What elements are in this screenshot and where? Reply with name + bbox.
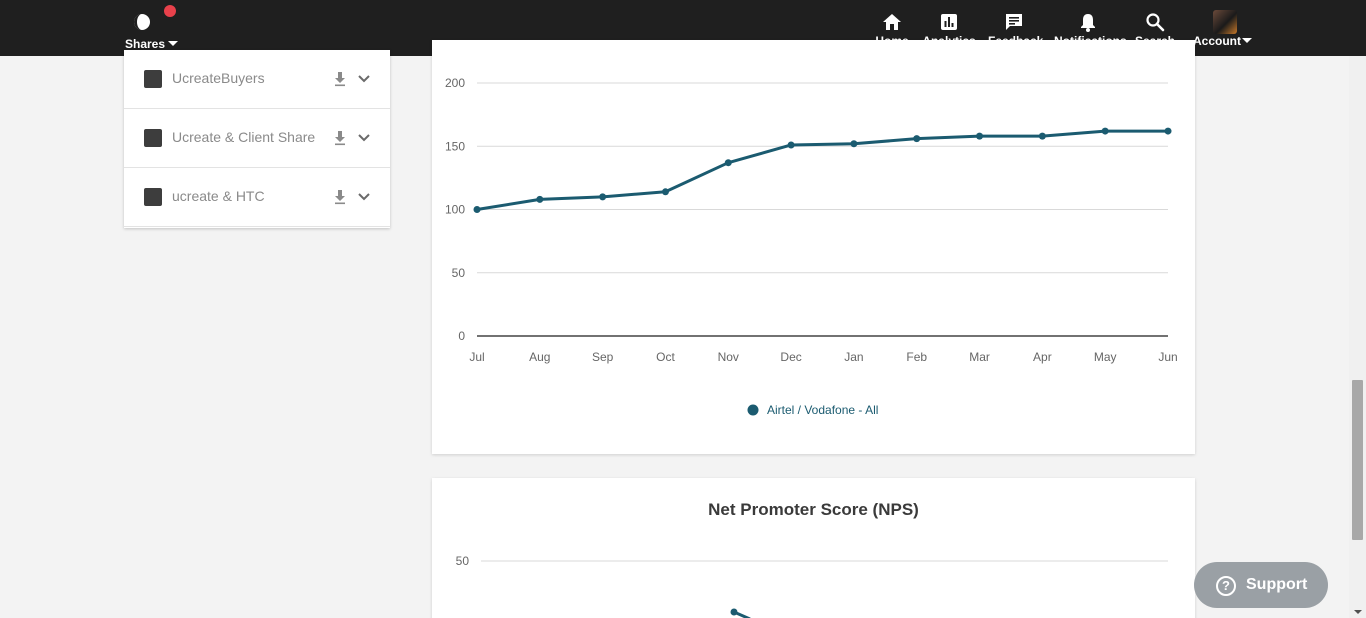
x-tick-label: Jul — [469, 350, 484, 364]
nps-line-chart: 50 — [456, 554, 1168, 618]
shares-label: Shares — [125, 37, 166, 51]
notification-dot — [164, 5, 176, 17]
share-row[interactable]: ucreate & HTC — [124, 168, 390, 227]
search-icon — [1146, 13, 1165, 32]
shares-menu[interactable]: Shares — [124, 5, 184, 52]
chevron-down-icon[interactable] — [357, 131, 371, 145]
logo-icon — [134, 14, 150, 30]
share-name: ucreate & HTC — [172, 188, 265, 204]
data-point — [1038, 132, 1046, 140]
download-icon[interactable] — [333, 130, 347, 146]
legend-marker — [747, 404, 759, 416]
share-row[interactable]: UcreateBuyers — [124, 50, 390, 109]
data-point — [976, 132, 984, 140]
data-point — [536, 195, 544, 203]
x-tick-label: Jun — [1158, 350, 1177, 364]
caret-down-icon — [168, 41, 178, 46]
y-tick-label: 150 — [445, 139, 465, 153]
support-label: Support — [1246, 576, 1308, 593]
y-tick-label: 0 — [458, 329, 465, 343]
x-tick-label: Aug — [529, 350, 550, 364]
chevron-down-icon[interactable] — [357, 72, 371, 86]
x-tick-label: Jan — [844, 350, 863, 364]
shares-list-panel: UcreateBuyers Ucreate & Client Share ucr… — [124, 50, 390, 228]
line-chart: 0 50 100 150 200 Jul Aug Sep Oct Nov Dec Jan Feb Mar A… — [445, 76, 1178, 417]
x-tick-label: Feb — [906, 350, 927, 364]
data-point — [913, 135, 921, 143]
x-tick-label: Mar — [969, 350, 990, 364]
legend-label: Airtel / Vodafone - All — [767, 403, 878, 417]
nav-account[interactable]: Account — [1192, 0, 1252, 56]
share-checkbox[interactable] — [144, 70, 162, 88]
x-tick-label: May — [1094, 350, 1117, 364]
share-row[interactable]: Ucreate & Client Share — [124, 109, 390, 168]
share-checkbox[interactable] — [144, 129, 162, 147]
series-line — [476, 129, 1168, 211]
data-point — [473, 206, 481, 213]
x-tick-label: Oct — [656, 350, 675, 364]
data-point — [730, 608, 738, 616]
caret-down-icon — [1242, 38, 1252, 43]
question-circle-icon: ? — [1216, 576, 1236, 596]
x-tick-label: Apr — [1033, 350, 1052, 364]
bar-chart-icon — [941, 14, 957, 30]
line-chart-card: 0 50 100 150 200 Jul Aug Sep Oct Nov Dec Jan Feb Mar A… — [432, 40, 1195, 454]
support-button[interactable]: ? Support — [1194, 562, 1328, 608]
share-name: UcreateBuyers — [172, 70, 265, 86]
y-tick-label: 100 — [445, 203, 465, 217]
data-point — [787, 141, 795, 149]
chat-bubble-icon — [1006, 14, 1022, 30]
download-icon[interactable] — [333, 189, 347, 205]
share-name: Ucreate & Client Share — [172, 129, 316, 145]
data-point — [1101, 127, 1109, 135]
page-scrollbar[interactable] — [1349, 56, 1366, 618]
y-tick-label: 50 — [456, 554, 470, 568]
data-point — [599, 193, 607, 201]
data-point — [661, 188, 669, 196]
nps-chart-card: Net Promoter Score (NPS) 50 — [432, 478, 1195, 618]
home-icon — [883, 14, 901, 30]
scroll-down-arrow-icon[interactable] — [1354, 610, 1362, 614]
data-point — [724, 159, 732, 167]
share-checkbox[interactable] — [144, 188, 162, 206]
x-tick-label: Dec — [780, 350, 801, 364]
scrollbar-thumb[interactable] — [1352, 380, 1363, 540]
chevron-down-icon[interactable] — [357, 190, 371, 204]
x-tick-label: Nov — [718, 350, 739, 364]
data-point — [1164, 127, 1172, 135]
data-point — [850, 140, 858, 148]
y-tick-label: 200 — [445, 76, 465, 90]
download-icon[interactable] — [333, 71, 347, 87]
x-tick-label: Sep — [592, 350, 614, 364]
bell-icon — [1081, 14, 1095, 32]
y-tick-label: 50 — [452, 266, 466, 280]
avatar — [1213, 10, 1237, 34]
